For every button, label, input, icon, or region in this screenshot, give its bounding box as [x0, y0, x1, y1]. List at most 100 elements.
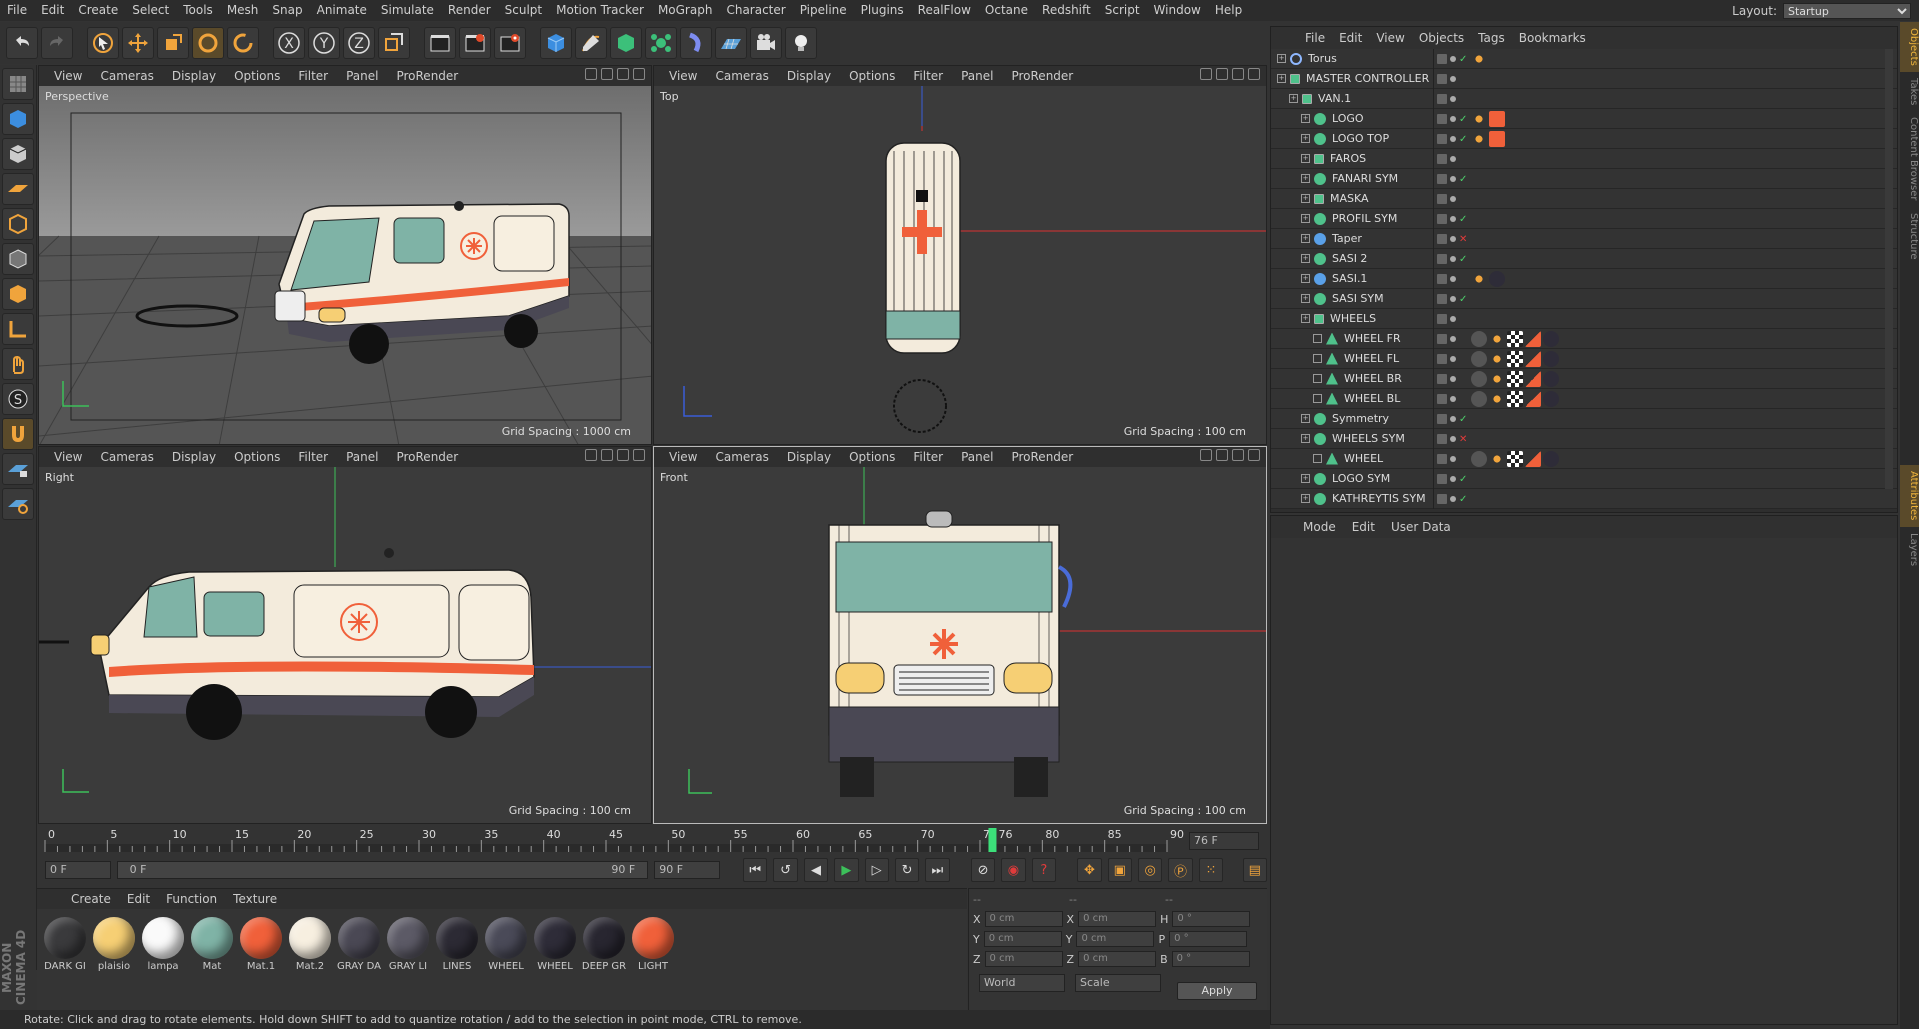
layer-swatch-icon[interactable]	[1437, 154, 1447, 164]
y-axis-icon[interactable]: Y	[308, 27, 340, 59]
layer-swatch-icon[interactable]	[1437, 334, 1447, 344]
viewport-menu-prorender[interactable]: ProRender	[387, 69, 467, 83]
menu-item-plugins[interactable]: Plugins	[854, 0, 911, 21]
material-preview[interactable]	[191, 917, 233, 959]
menu-item-simulate[interactable]: Simulate	[374, 0, 441, 21]
layer-swatch-icon[interactable]	[1437, 414, 1447, 424]
enabled-check-icon[interactable]: ✓	[1459, 114, 1467, 125]
side-tab-structure[interactable]: Structure	[1900, 207, 1919, 266]
enabled-check-icon[interactable]: ✓	[1459, 294, 1467, 305]
deformer-icon[interactable]	[680, 27, 712, 59]
uvw-tag-icon[interactable]	[1471, 331, 1487, 347]
expand-toggle-icon[interactable]: +	[1301, 494, 1310, 503]
visibility-dots-icon[interactable]	[1450, 376, 1456, 382]
expand-toggle-icon[interactable]: +	[1301, 474, 1310, 483]
uvw-tag-icon[interactable]	[1471, 451, 1487, 467]
render-view-icon[interactable]	[424, 27, 456, 59]
visibility-dots-icon[interactable]	[1450, 456, 1456, 462]
expand-toggle-icon[interactable]: +	[1301, 234, 1310, 243]
expand-toggle-icon[interactable]	[1313, 354, 1322, 363]
layer-swatch-icon[interactable]	[1437, 474, 1447, 484]
viewport-menu-view[interactable]: View	[45, 450, 91, 464]
enabled-check-icon[interactable]: ✓	[1459, 474, 1467, 485]
expand-toggle-icon[interactable]: +	[1301, 214, 1310, 223]
zoom-icon[interactable]	[601, 449, 613, 461]
menu-item-redshift[interactable]: Redshift	[1035, 0, 1098, 21]
light-icon[interactable]	[785, 27, 817, 59]
play-icon[interactable]: ▶	[834, 858, 859, 882]
layer-swatch-icon[interactable]	[1437, 54, 1447, 64]
material-swatch[interactable]: GRAY LI	[384, 917, 432, 972]
viewport-menu-cameras[interactable]: Cameras	[706, 450, 777, 464]
layer-swatch-icon[interactable]	[1437, 454, 1447, 464]
material-preview[interactable]	[534, 917, 576, 959]
viewport-right[interactable]: View Cameras Display Options Filter Panel ProR…	[38, 446, 652, 824]
viewport-menu-prorender[interactable]: ProRender	[1002, 69, 1082, 83]
viewport-menu-cameras[interactable]: Cameras	[91, 450, 162, 464]
attribute-menu-user-data[interactable]: User Data	[1383, 520, 1459, 534]
coord-value-field[interactable]: 0 °	[1169, 931, 1248, 947]
viewport-menu-panel[interactable]: Panel	[337, 69, 387, 83]
object-row[interactable]: + LOGO SYM ✓	[1271, 469, 1897, 489]
object-row[interactable]: + WHEELS	[1271, 309, 1897, 329]
expand-toggle-icon[interactable]: +	[1301, 434, 1310, 443]
array-mograph-icon[interactable]	[645, 27, 677, 59]
object-row[interactable]: WHEEL FL	[1271, 349, 1897, 369]
phong-tag-icon[interactable]	[1489, 391, 1505, 407]
texture-tag-icon[interactable]	[1507, 371, 1523, 387]
object-menu-file[interactable]: File	[1299, 31, 1331, 45]
select-cursor-icon[interactable]	[87, 27, 119, 59]
object-menu-tags[interactable]: Tags	[1472, 31, 1511, 45]
object-row[interactable]: + FANARI SYM ✓	[1271, 169, 1897, 189]
material-swatch[interactable]: LINES	[433, 917, 481, 972]
material-preview[interactable]	[583, 917, 625, 959]
viewport-menu-view[interactable]: View	[660, 450, 706, 464]
uvw-tag-icon[interactable]	[1471, 371, 1487, 387]
expand-toggle-icon[interactable]: +	[1301, 194, 1310, 203]
end-frame-field[interactable]: 90 F	[654, 861, 720, 879]
rotation-key-icon[interactable]: ◎	[1138, 858, 1163, 882]
timeline-ruler[interactable]: 05101520253035404550556065707580859076 7…	[37, 826, 1267, 856]
material-preview[interactable]	[485, 917, 527, 959]
material-preview[interactable]	[387, 917, 429, 959]
world-dropdown[interactable]: World	[979, 974, 1065, 992]
object-row[interactable]: WHEEL	[1271, 449, 1897, 469]
viewport-menu-prorender[interactable]: ProRender	[1002, 450, 1082, 464]
start-frame-field[interactable]: 0 F	[45, 861, 111, 879]
layer-swatch-icon[interactable]	[1437, 194, 1447, 204]
phong-tag-icon[interactable]	[1489, 351, 1505, 367]
render-settings-icon[interactable]	[494, 27, 526, 59]
expand-toggle-icon[interactable]: +	[1301, 294, 1310, 303]
visibility-dots-icon[interactable]	[1450, 336, 1456, 342]
viewport-menu-view[interactable]: View	[45, 69, 91, 83]
disabled-x-icon[interactable]: ✕	[1459, 434, 1467, 445]
side-tab-layers[interactable]: Layers	[1900, 527, 1919, 572]
previous-frame-icon[interactable]: ◀	[803, 858, 829, 882]
menu-item-octane[interactable]: Octane	[978, 0, 1035, 21]
recent-tool-icon[interactable]	[227, 27, 259, 59]
warning-tag-icon[interactable]	[1525, 371, 1541, 387]
menu-item-file[interactable]: File	[0, 0, 34, 21]
expand-toggle-icon[interactable]: +	[1301, 274, 1310, 283]
material-preview[interactable]	[93, 917, 135, 959]
orbit-icon[interactable]	[1232, 68, 1244, 80]
viewport-menu-options[interactable]: Options	[225, 450, 289, 464]
expand-toggle-icon[interactable]: +	[1301, 154, 1310, 163]
side-tab-takes[interactable]: Takes	[1900, 72, 1919, 111]
planar-workplane-icon[interactable]	[2, 488, 34, 520]
material-swatch[interactable]: GRAY DA	[335, 917, 383, 972]
maximize-icon[interactable]	[633, 68, 645, 80]
menu-item-mesh[interactable]: Mesh	[220, 0, 266, 21]
menu-item-select[interactable]: Select	[125, 0, 176, 21]
material-preview[interactable]	[142, 917, 184, 959]
visibility-dots-icon[interactable]	[1450, 416, 1456, 422]
material-preview[interactable]	[436, 917, 478, 959]
camera-icon[interactable]	[750, 27, 782, 59]
enabled-check-icon[interactable]: ✓	[1459, 174, 1467, 185]
layer-swatch-icon[interactable]	[1437, 294, 1447, 304]
viewport-menu-options[interactable]: Options	[225, 69, 289, 83]
expand-toggle-icon[interactable]: +	[1301, 114, 1310, 123]
workplane-icon[interactable]	[2, 173, 34, 205]
layer-swatch-icon[interactable]	[1437, 214, 1447, 224]
viewport-menu-filter[interactable]: Filter	[904, 69, 952, 83]
